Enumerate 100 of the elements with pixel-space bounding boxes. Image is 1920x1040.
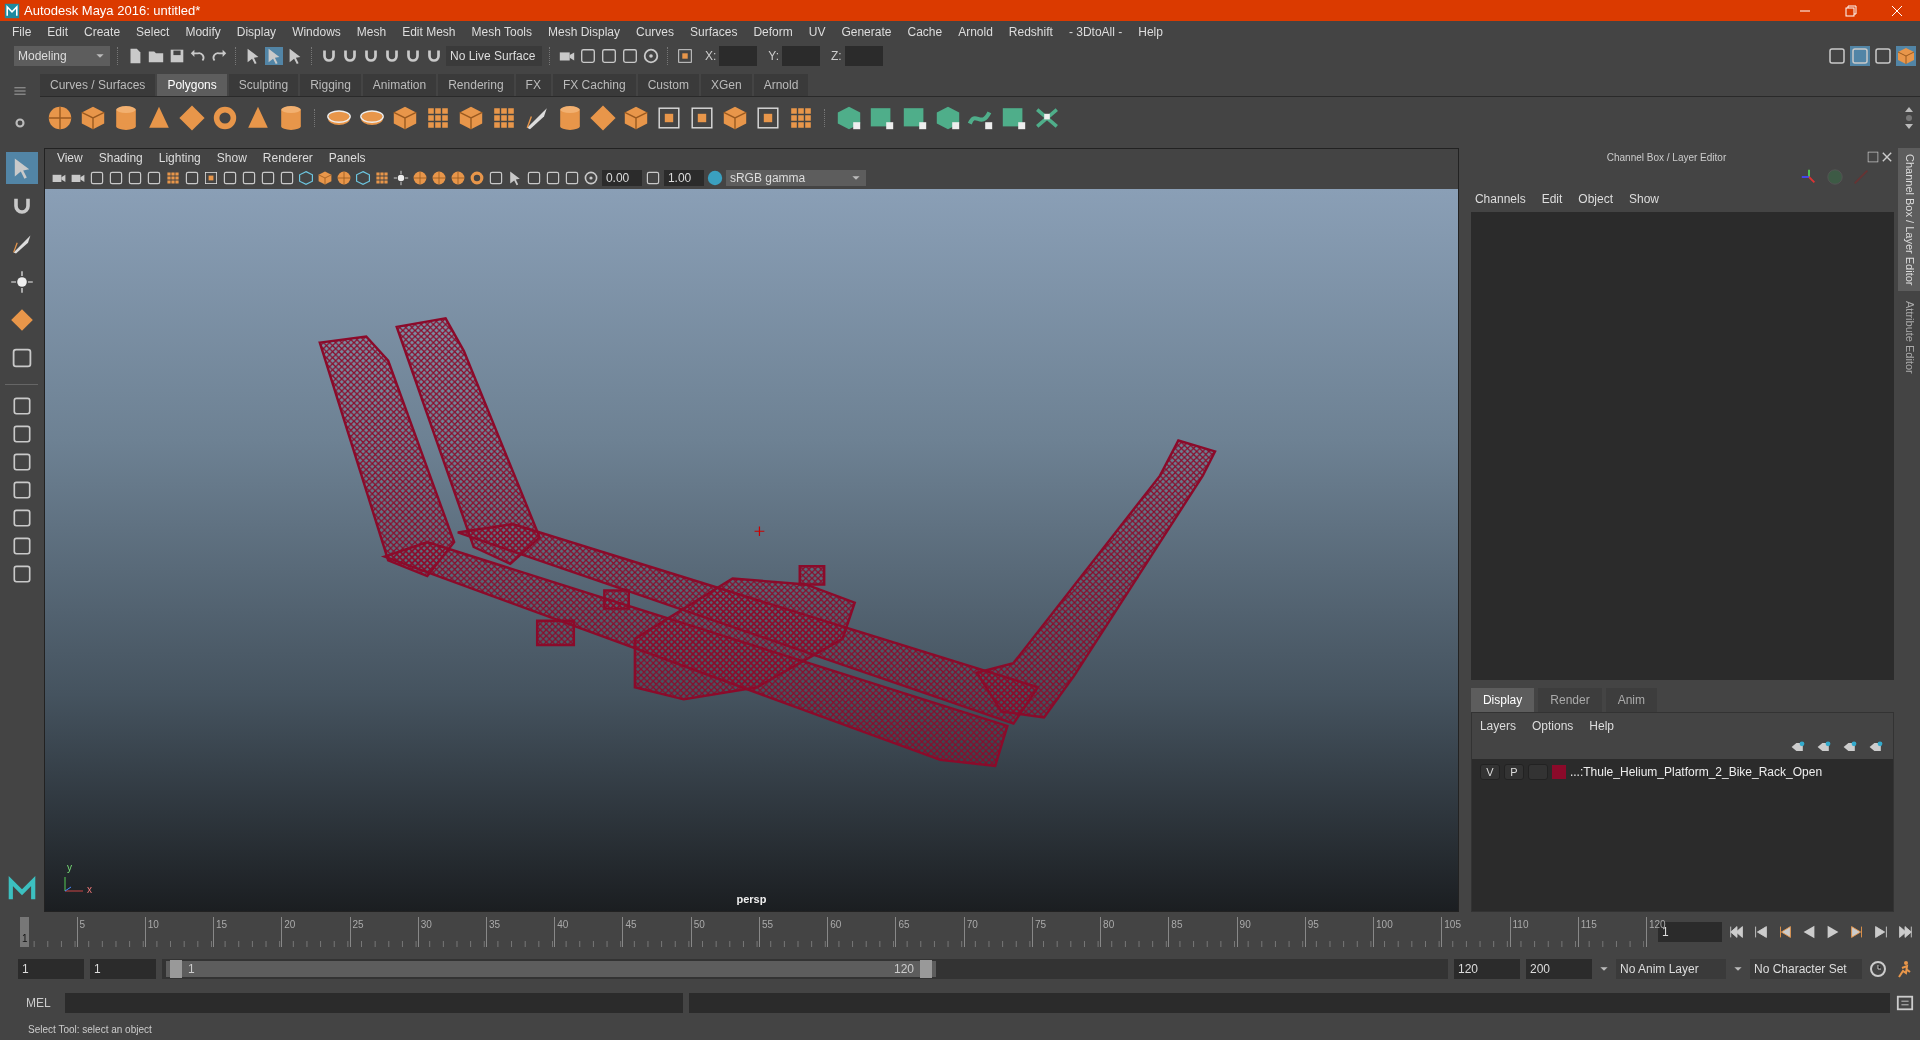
layer-menu-item[interactable]: Layers: [1471, 717, 1524, 735]
character-set-dropdown[interactable]: No Character Set: [1750, 959, 1862, 979]
menu-item[interactable]: UV: [800, 22, 834, 41]
go-to-end-icon[interactable]: [1896, 923, 1914, 941]
sphere-icon[interactable]: [335, 170, 352, 186]
step-forward-icon[interactable]: [1872, 923, 1890, 941]
coordinate-field[interactable]: [719, 46, 758, 66]
grid-icon[interactable]: [373, 170, 390, 186]
layout-icon[interactable]: [10, 535, 33, 557]
viewport-tool-icon[interactable]: [259, 170, 276, 186]
gamma-field[interactable]: 1.00: [663, 170, 704, 186]
render-icon[interactable]: [579, 47, 597, 65]
layer-editor-tab[interactable]: Anim: [1605, 688, 1657, 712]
float-icon[interactable]: [1866, 150, 1881, 164]
viewport-tool-icon[interactable]: [126, 170, 143, 186]
menu-item[interactable]: Display: [228, 22, 285, 41]
current-frame-marker[interactable]: 1: [20, 917, 29, 947]
visibility-toggle[interactable]: V: [1479, 764, 1500, 780]
layer-menu-item[interactable]: Help: [1581, 717, 1622, 735]
viewport-menu-item[interactable]: Panels: [320, 149, 374, 167]
diamond-icon[interactable]: [178, 103, 206, 132]
square-icon[interactable]: [202, 170, 219, 186]
shelf-tab[interactable]: FX Caching: [552, 74, 636, 96]
menu-item[interactable]: Generate: [833, 22, 900, 41]
viewport-tool-icon[interactable]: [240, 170, 257, 186]
shelf-tab[interactable]: Arnold: [753, 74, 809, 96]
color-management-icon[interactable]: [706, 170, 723, 186]
menu-item[interactable]: Create: [76, 22, 129, 41]
layer-name[interactable]: ...:Thule_Helium_Platform_2_Bike_Rack_Open: [1569, 763, 1823, 781]
shelf-tab[interactable]: Curves / Surfaces: [40, 74, 156, 96]
layer-editor-tab[interactable]: Display: [1470, 688, 1535, 712]
layout-icon[interactable]: [10, 563, 33, 585]
live-surface-field[interactable]: No Live Surface: [446, 46, 542, 66]
range-slider-bar[interactable]: 1 120: [166, 961, 936, 977]
channel-box-menu-item[interactable]: Edit: [1533, 190, 1571, 208]
viewport-tool-icon[interactable]: [544, 170, 561, 186]
exposure-field[interactable]: 0.00: [601, 170, 642, 186]
menu-item[interactable]: Edit Mesh: [394, 22, 464, 41]
viewport-menu-item[interactable]: Show: [208, 149, 255, 167]
playback-start-field[interactable]: 1: [90, 959, 156, 979]
gamma-icon[interactable]: [644, 170, 661, 186]
render-view-icon[interactable]: [642, 47, 660, 65]
layout-icon[interactable]: [10, 451, 33, 473]
panel-toggle-icon[interactable]: [1896, 46, 1916, 66]
layout-icon[interactable]: [10, 395, 33, 417]
menu-item[interactable]: Mesh Tools: [463, 22, 540, 41]
layout-icon[interactable]: [10, 479, 33, 501]
light-icon[interactable]: [392, 170, 409, 186]
menu-item[interactable]: - 3DtoAll -: [1060, 22, 1131, 41]
shelf-tab[interactable]: Custom: [637, 74, 699, 96]
channel-box-menu-item[interactable]: Object: [1570, 190, 1621, 208]
shelf-tab[interactable]: Rendering: [438, 74, 514, 96]
ring-icon[interactable]: [468, 170, 485, 186]
viewport-tool-icon[interactable]: [221, 170, 238, 186]
panel-toggle-icon[interactable]: [1873, 46, 1893, 66]
coordinate-field[interactable]: [782, 46, 821, 66]
side-tab[interactable]: Channel Box / Layer Editor: [1898, 148, 1920, 292]
sphere-icon[interactable]: [411, 170, 428, 186]
layer-color-swatch[interactable]: [1551, 765, 1566, 779]
menu-item[interactable]: File: [4, 22, 40, 41]
save-icon[interactable]: [168, 47, 186, 65]
go-to-start-icon[interactable]: [1728, 923, 1746, 941]
mode-dropdown[interactable]: Modeling: [14, 46, 110, 66]
cube-icon[interactable]: [316, 170, 333, 186]
viewport-tool-icon[interactable]: [487, 170, 504, 186]
viewport-menu-item[interactable]: Shading: [90, 149, 151, 167]
menu-item[interactable]: Mesh: [348, 22, 395, 41]
scroll-arrows-icon[interactable]: [1904, 105, 1914, 130]
menu-item[interactable]: Edit: [39, 22, 77, 41]
shelf-tab[interactable]: Polygons: [157, 74, 227, 96]
menu-item[interactable]: Arnold: [950, 22, 1001, 41]
layer-menu-item[interactable]: Options: [1523, 717, 1582, 735]
viewport-tool-icon[interactable]: [278, 170, 295, 186]
grid-icon[interactable]: [164, 170, 181, 186]
shelf-tab[interactable]: Sculpting: [228, 74, 299, 96]
shelf-tab[interactable]: Animation: [362, 74, 437, 96]
panel-toggle-icon[interactable]: [1850, 46, 1870, 66]
channel-box-menu-item[interactable]: Show: [1621, 190, 1668, 208]
viewport-tool-icon[interactable]: [88, 170, 105, 186]
sphere-icon[interactable]: [430, 170, 447, 186]
command-input-field[interactable]: [64, 993, 683, 1013]
menu-item[interactable]: Deform: [745, 22, 801, 41]
viewport-tool-icon[interactable]: [145, 170, 162, 186]
viewport-tool-icon[interactable]: [563, 170, 580, 186]
start-frame-field[interactable]: 1: [18, 959, 84, 979]
shelf-tab[interactable]: XGen: [700, 74, 752, 96]
coordinate-field[interactable]: [844, 46, 883, 66]
playback-end-field[interactable]: 120: [1454, 959, 1520, 979]
viewport-tool-icon[interactable]: [107, 170, 124, 186]
sphere-icon[interactable]: [449, 170, 466, 186]
viewport-menu-item[interactable]: View: [48, 149, 91, 167]
panel-toggle-icon[interactable]: [1827, 46, 1847, 66]
channel-box-menu-item[interactable]: Channels: [1466, 190, 1534, 208]
layer-editor-tab[interactable]: Render: [1538, 688, 1602, 712]
wireframe-icon[interactable]: [354, 170, 371, 186]
viewport-tool-icon[interactable]: [183, 170, 200, 186]
wireframe-icon[interactable]: [297, 170, 314, 186]
diamond-icon[interactable]: [589, 103, 617, 132]
menu-item[interactable]: Windows: [284, 22, 349, 41]
render-icon[interactable]: [600, 47, 618, 65]
